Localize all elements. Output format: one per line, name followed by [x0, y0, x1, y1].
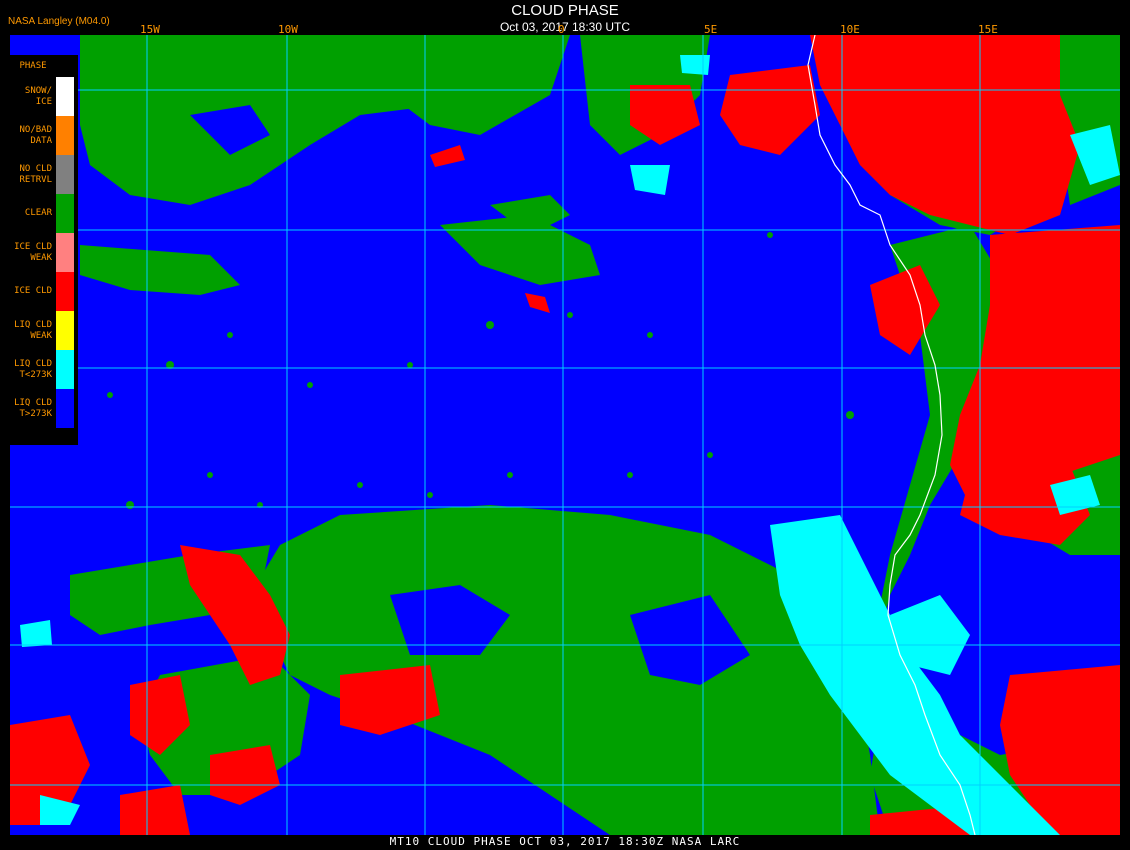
legend-item: LIQ CLD T<273K: [10, 350, 78, 389]
legend-item-line1: LIQ CLD: [14, 320, 52, 330]
legend-item-line2: WEAK: [30, 331, 52, 341]
map-title: CLOUD PHASE: [511, 2, 619, 19]
legend-item-swatch: [56, 155, 74, 194]
legend-item-line2: WEAK: [30, 253, 52, 263]
legend-item-swatch: [56, 311, 74, 350]
legend-item-swatch: [56, 389, 74, 428]
legend-item-label: CLEAR: [10, 208, 52, 219]
legend-item-swatch: [56, 233, 74, 272]
legend-item-line2: RETRVL: [19, 175, 52, 185]
legend-item: ICE CLD: [10, 272, 78, 311]
legend-item-label: NO/BAD DATA: [10, 125, 52, 147]
legend-item: CLEAR: [10, 194, 78, 233]
legend-item-label: NO CLD RETRVL: [10, 164, 52, 186]
map-datetime: Oct 03, 2017 18:30 UTC: [499, 20, 631, 34]
legend-item-line2: ICE: [35, 97, 52, 107]
footer-caption: MT10 CLOUD PHASE OCT 03, 2017 18:30Z NAS…: [389, 835, 741, 848]
legend-item-swatch: [56, 194, 74, 233]
legend-item-swatch: [56, 272, 74, 311]
legend-item-swatch: [56, 116, 74, 155]
map-canvas: [10, 35, 1120, 835]
legend-item-line1: NO CLD: [19, 164, 52, 174]
credit-label: NASA Langley (M04.0): [8, 16, 110, 27]
legend-item-line1: LIQ CLD: [14, 359, 52, 369]
legend-item: LIQ CLD WEAK: [10, 311, 78, 350]
phase-legend: PHASE SNOW/ICE NO/BAD DATA NO CLD RETRVL CLEA…: [10, 55, 78, 445]
legend-item: LIQ CLD T>273K: [10, 389, 78, 428]
legend-item: SNOW/ICE: [10, 77, 78, 116]
legend-item-label: LIQ CLD T>273K: [10, 398, 52, 420]
legend-item-label: ICE CLD: [10, 286, 52, 297]
legend-item-label: ICE CLD WEAK: [10, 242, 52, 264]
legend-item-line1: NO/BAD: [19, 125, 52, 135]
legend-title: PHASE: [19, 61, 47, 71]
cloud-phase-map: [10, 35, 1120, 835]
legend-item-line1: ICE CLD: [14, 242, 52, 252]
legend-item-line2: T>273K: [19, 409, 52, 419]
legend-item-swatch: [56, 77, 74, 116]
legend-item-line2: DATA: [30, 136, 52, 146]
legend-item-line1: LIQ CLD: [14, 398, 52, 408]
legend-item: NO/BAD DATA: [10, 116, 78, 155]
legend-item-line1: CLEAR: [24, 208, 52, 218]
legend-item: NO CLD RETRVL: [10, 155, 78, 194]
legend-item-line1: ICE CLD: [14, 286, 52, 296]
legend-item: ICE CLD WEAK: [10, 233, 78, 272]
legend-item-label: LIQ CLD T<273K: [10, 359, 52, 381]
legend-item-label: SNOW/ICE: [10, 86, 52, 108]
legend-item-label: LIQ CLD WEAK: [10, 320, 52, 342]
legend-item-swatch: [56, 350, 74, 389]
legend-item-line1: SNOW/: [24, 86, 52, 96]
legend-item-line2: T<273K: [19, 370, 52, 380]
